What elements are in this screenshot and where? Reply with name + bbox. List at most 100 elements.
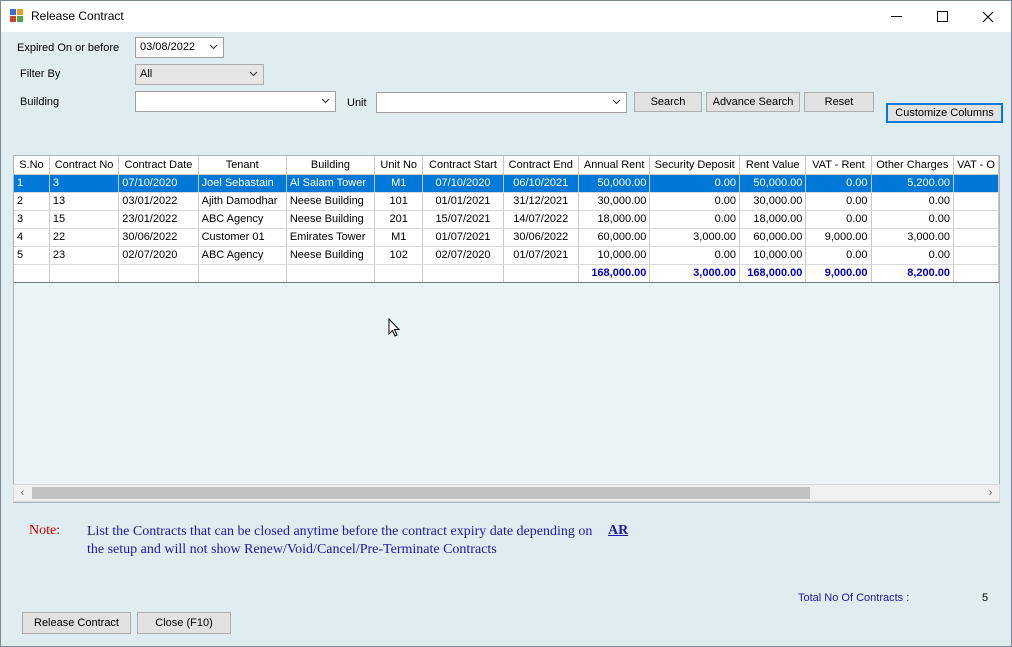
mouse-cursor-icon [388, 318, 401, 337]
maximize-button[interactable] [919, 1, 965, 32]
table-cell: 07/10/2020 [118, 174, 199, 193]
filter-by-label: Filter By [20, 68, 61, 80]
building-label: Building [20, 96, 60, 108]
table-cell: M1 [374, 174, 424, 193]
table-row[interactable]: 1 3 07/10/2020 Joel Sebastain Al Salam Tower… [14, 174, 999, 193]
column-header[interactable]: Security Deposit [649, 156, 740, 175]
table-cell: 01/07/2021 [503, 246, 579, 265]
release-contract-button[interactable]: Release Contract [22, 612, 131, 634]
table-cell: 03/01/2022 [118, 192, 199, 211]
table-cell: 01/01/2021 [422, 192, 504, 211]
scrollbar-thumb[interactable] [32, 487, 810, 499]
search-button[interactable]: Search [634, 92, 702, 112]
table-cell: 3 [14, 210, 50, 229]
table-cell: 0.00 [649, 192, 740, 211]
column-header[interactable]: Contract Start [422, 156, 504, 175]
table-cell: 3 [49, 174, 120, 193]
column-header[interactable]: S.No [14, 156, 50, 175]
table-cell: 0.00 [649, 210, 740, 229]
table-cell [374, 264, 424, 283]
table-cell: 0.00 [805, 246, 872, 265]
table-cell: 15/07/2021 [422, 210, 504, 229]
table-cell: 02/07/2020 [118, 246, 199, 265]
total-rent-value: 168,000.00 [739, 264, 807, 283]
note-text: List the Contracts that can be closed an… [87, 524, 593, 557]
table-cell: 60,000.00 [739, 228, 807, 247]
table-cell: 13 [49, 192, 120, 211]
note-label: Note: [29, 523, 61, 538]
column-header[interactable]: Contract End [503, 156, 579, 175]
building-select[interactable] [135, 91, 336, 112]
column-header[interactable]: VAT - O [953, 156, 999, 175]
table-row[interactable]: 4 22 30/06/2022 Customer 01 Emirates Tower M1… [14, 228, 999, 247]
table-cell: 23/01/2022 [118, 210, 199, 229]
column-header[interactable]: VAT - Rent [805, 156, 872, 175]
close-button[interactable]: Close (F10) [137, 612, 231, 634]
contracts-grid[interactable]: S.No Contract No Contract Date Tenant Buildi… [13, 155, 1000, 503]
totals-row: 168,000.00 3,000.00 168,000.00 9,000.00 8,20… [14, 264, 999, 283]
column-header[interactable]: Contract Date [118, 156, 199, 175]
table-cell: M1 [374, 228, 424, 247]
table-cell: 23 [49, 246, 120, 265]
table-cell: 60,000.00 [578, 228, 651, 247]
table-row[interactable]: 2 13 03/01/2022 Ajith Damodhar Neese Buildin… [14, 192, 999, 211]
table-cell: 22 [49, 228, 120, 247]
table-cell: 50,000.00 [739, 174, 807, 193]
table-cell: 50,000.00 [578, 174, 651, 193]
table-cell [422, 264, 504, 283]
table-cell: 0.00 [871, 210, 955, 229]
release-contract-window: Release Contract Expired On or before 03… [0, 0, 1012, 647]
table-row[interactable]: 5 23 02/07/2020 ABC Agency Neese Building 102… [14, 246, 999, 265]
ar-link[interactable]: AR [608, 523, 628, 539]
table-cell: 5 [14, 246, 50, 265]
table-cell: Neese Building [286, 192, 376, 211]
table-cell [286, 264, 376, 283]
reset-button[interactable]: Reset [804, 92, 874, 112]
column-header[interactable]: Building [286, 156, 376, 175]
column-header[interactable]: Unit No [374, 156, 424, 175]
column-header[interactable]: Contract No [49, 156, 120, 175]
customize-columns-button[interactable]: Customize Columns [886, 103, 1003, 123]
unit-select[interactable] [376, 92, 627, 113]
table-cell [953, 174, 999, 193]
table-cell: 5,200.00 [871, 174, 955, 193]
table-cell: Emirates Tower [286, 228, 376, 247]
table-cell: 30,000.00 [739, 192, 807, 211]
table-cell: 9,000.00 [805, 228, 872, 247]
table-cell [503, 264, 579, 283]
table-cell: 30/06/2022 [503, 228, 579, 247]
expired-on-datepicker[interactable]: 03/08/2022 [135, 37, 224, 58]
table-cell [198, 264, 287, 283]
minimize-button[interactable] [873, 1, 919, 32]
table-cell: Neese Building [286, 246, 376, 265]
table-row[interactable]: 3 15 23/01/2022 ABC Agency Neese Building 201… [14, 210, 999, 229]
filter-by-select[interactable]: All [135, 64, 264, 85]
total-vat-rent: 9,000.00 [805, 264, 872, 283]
table-cell: 30,000.00 [578, 192, 651, 211]
total-contracts-value: 5 [982, 592, 989, 604]
table-cell: Customer 01 [198, 228, 287, 247]
column-header[interactable]: Other Charges [871, 156, 955, 175]
total-security-deposit: 3,000.00 [649, 264, 740, 283]
column-header[interactable]: Annual Rent [578, 156, 651, 175]
table-cell: 0.00 [871, 246, 955, 265]
scroll-right-icon[interactable]: › [982, 485, 999, 501]
table-cell [14, 264, 50, 283]
table-cell: 14/07/2022 [503, 210, 579, 229]
table-cell: 15 [49, 210, 120, 229]
column-header[interactable]: Tenant [198, 156, 287, 175]
table-cell: 02/07/2020 [422, 246, 504, 265]
advance-search-button[interactable]: Advance Search [706, 92, 800, 112]
maximize-icon [936, 11, 948, 22]
close-window-button[interactable] [965, 1, 1011, 32]
table-cell [953, 210, 999, 229]
horizontal-scrollbar[interactable]: ‹ › [13, 484, 1000, 502]
minimize-icon [890, 16, 902, 17]
column-header[interactable]: Rent Value [739, 156, 807, 175]
chevron-down-icon [249, 71, 258, 77]
table-cell: 0.00 [649, 174, 740, 193]
table-cell: Joel Sebastain [198, 174, 287, 193]
window-title: Release Contract [31, 9, 124, 23]
table-cell: 31/12/2021 [503, 192, 579, 211]
scroll-left-icon[interactable]: ‹ [14, 485, 31, 501]
